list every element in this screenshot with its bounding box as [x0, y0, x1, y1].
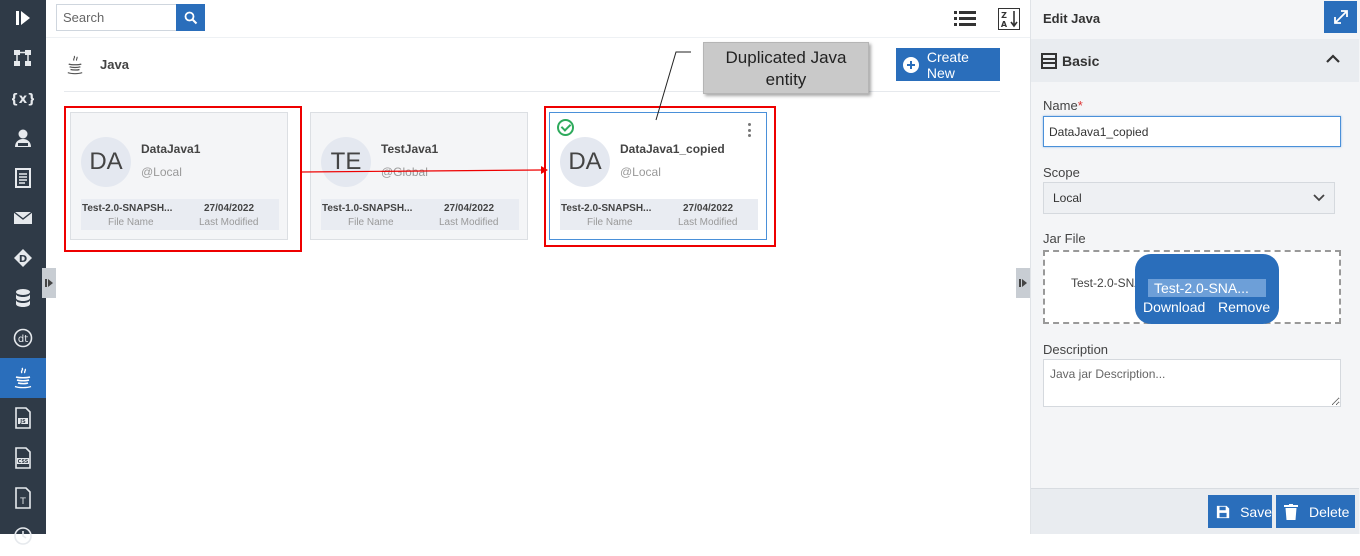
collapse-icon — [45, 279, 53, 287]
nav-variables-icon[interactable]: {x} — [0, 78, 46, 118]
card-file-label: File Name — [348, 217, 394, 228]
sort-za-icon[interactable]: ZA — [997, 7, 1021, 31]
java-icon — [66, 54, 84, 81]
callout-line-1: Duplicated Java — [725, 48, 847, 67]
scope-select[interactable]: Local — [1043, 182, 1335, 214]
panel-title: Edit Java — [1043, 11, 1101, 26]
svg-text:T: T — [19, 497, 26, 507]
main-area: ZA Java Create New DA DataJava1 @Local T… — [42, 0, 1030, 534]
chevron-down-icon — [1313, 194, 1325, 202]
list-view-icon[interactable] — [953, 7, 977, 31]
logo-icon[interactable] — [0, 0, 46, 36]
highlight-box-copy — [544, 106, 776, 247]
save-icon — [1216, 505, 1230, 518]
description-label: Description — [1043, 342, 1109, 357]
jar-file-dropzone[interactable]: Test-2.0-SNAPSHOT.jar Test-2.0-SNA... Do… — [1043, 250, 1341, 324]
nav-database-icon[interactable] — [0, 278, 46, 318]
form-icon — [1041, 53, 1057, 69]
trash-icon — [1284, 503, 1298, 520]
left-nav: {x} D dt JS CSS T — [0, 0, 46, 545]
required-mark: * — [1077, 98, 1083, 113]
card-file-name: Test-1.0-SNAPSH... — [322, 203, 413, 214]
chevron-up-icon[interactable] — [1325, 52, 1341, 64]
nav-css-file-icon[interactable]: CSS — [0, 438, 46, 478]
collapse-left-handle[interactable] — [42, 268, 56, 298]
search-icon — [184, 11, 197, 24]
nav-flow-icon[interactable] — [0, 38, 46, 78]
nav-mail-icon[interactable] — [0, 198, 46, 238]
remove-link[interactable]: Remove — [1218, 299, 1270, 315]
collapse-right-handle[interactable] — [1016, 268, 1030, 298]
download-link[interactable]: Download — [1143, 299, 1205, 315]
annotation-callout: Duplicated Java entity — [703, 42, 869, 94]
nav-clock-icon[interactable] — [0, 516, 46, 556]
callout-line-2: entity — [765, 70, 807, 89]
create-new-label: Create New — [926, 48, 969, 81]
save-label: Save — [1240, 503, 1272, 520]
java-card[interactable]: TE TestJava1 @Global Test-1.0-SNAPSH... … — [310, 112, 528, 240]
section-basic-header[interactable]: Basic — [1031, 39, 1359, 82]
panel-footer: Save Delete — [1031, 488, 1359, 534]
nav-document-icon[interactable] — [0, 158, 46, 198]
edit-panel: Edit Java Basic Name* Scope Local Jar Fi… — [1030, 0, 1360, 534]
card-scope: @Global — [381, 165, 428, 179]
avatar: TE — [321, 137, 371, 187]
card-name: TestJava1 — [381, 142, 439, 156]
highlight-box-original — [64, 106, 302, 252]
svg-text:A: A — [1001, 20, 1008, 29]
collapse-icon — [1019, 279, 1027, 287]
expand-icon — [1333, 10, 1348, 24]
nav-user-icon[interactable] — [0, 118, 46, 158]
search-button[interactable] — [176, 4, 205, 31]
create-new-button[interactable]: Create New — [896, 48, 1000, 81]
nav-js-file-icon[interactable]: JS — [0, 398, 46, 438]
description-textarea[interactable] — [1043, 359, 1341, 407]
jar-label: Jar File — [1043, 231, 1086, 246]
svg-text:dt: dt — [18, 334, 28, 345]
topbar-divider — [46, 37, 1030, 38]
search-input[interactable] — [56, 4, 176, 31]
annotation-overlay — [301, 51, 691, 174]
name-input[interactable] — [1043, 116, 1341, 147]
svg-text:JS: JS — [19, 419, 26, 425]
nav-d-icon[interactable]: D — [0, 238, 46, 278]
jar-file-name: Test-2.0-SNAPSHOT.jar — [1071, 276, 1137, 290]
delete-button[interactable]: Delete — [1276, 495, 1355, 528]
nav-dt-icon[interactable]: dt — [0, 318, 46, 358]
nav-text-file-icon[interactable]: T — [0, 478, 46, 518]
jar-popup-name: Test-2.0-SNA... — [1148, 279, 1266, 297]
save-button[interactable]: Save — [1208, 495, 1272, 528]
svg-text:{x}: {x} — [12, 92, 34, 107]
search-bar — [56, 4, 205, 31]
svg-text:Z: Z — [1001, 11, 1007, 20]
scope-value: Local — [1053, 191, 1082, 205]
nav-java-icon[interactable] — [0, 358, 46, 398]
page-title: Java — [100, 57, 129, 72]
card-last-modified: 27/04/2022 — [444, 203, 495, 214]
expand-button[interactable] — [1324, 1, 1357, 33]
svg-text:CSS: CSS — [18, 459, 29, 465]
svg-text:D: D — [19, 254, 27, 265]
card-date-label: Last Modified — [439, 217, 499, 228]
scope-label: Scope — [1043, 165, 1080, 180]
plus-circle-icon — [903, 56, 919, 73]
delete-label: Delete — [1309, 503, 1350, 520]
name-label: Name* — [1043, 98, 1083, 113]
jar-file-popup: Test-2.0-SNA... Download Remove — [1135, 254, 1279, 324]
section-title: Basic — [1062, 53, 1100, 69]
card-info: Test-1.0-SNAPSH... 27/04/2022 File Name … — [321, 199, 519, 230]
